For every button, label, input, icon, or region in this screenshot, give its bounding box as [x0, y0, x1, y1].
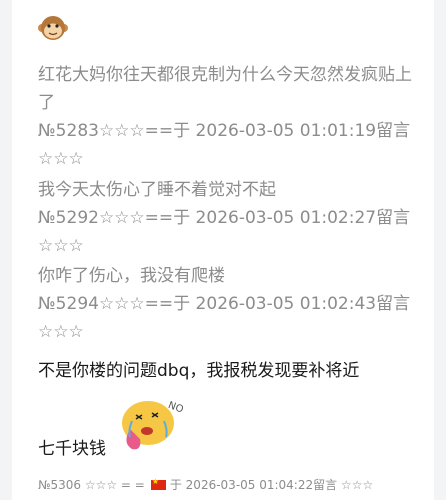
china-flag-icon — [150, 477, 166, 490]
quoted-text: 我今天太伤心了睡不着觉对不起 — [38, 180, 276, 200]
comment-number: №5306 ☆☆☆ = = — [38, 477, 145, 492]
quoted-comment-3: 你咋了伤心，我没有爬楼 №5294☆☆☆==于 2026-03-05 01:02… — [38, 262, 418, 346]
reply-meta: №5306 ☆☆☆ = = 于 2026-03-05 01:04:22留言 ☆☆… — [38, 476, 373, 493]
quoted-comment-1: 红花大妈你往天都很克制为什么今天忽然发疯贴上了 №5283☆☆☆==于 2026… — [38, 61, 418, 173]
quoted-comment-2: 我今天太伤心了睡不着觉对不起 №5292☆☆☆==于 2026-03-05 01… — [38, 176, 418, 260]
monkey-avatar-icon[interactable] — [38, 13, 68, 43]
quoted-meta: №5283☆☆☆==于 2026-03-05 01:01:19留言☆☆☆ — [38, 121, 411, 169]
reply-text-line-1: 不是你楼的问题dbq，我报税发现要补将近 — [38, 361, 360, 381]
quoted-meta: №5292☆☆☆==于 2026-03-05 01:02:27留言☆☆☆ — [38, 208, 411, 256]
comment-timestamp: 于 2026-03-05 01:04:22留言 ☆☆☆ — [169, 478, 374, 492]
quoted-text: 你咋了伤心，我没有爬楼 — [38, 266, 225, 286]
post-card: 红花大妈你往天都很克制为什么今天忽然发疯贴上了 №5283☆☆☆==于 2026… — [12, 0, 434, 500]
reply-text-line-2: 七千块钱 — [38, 439, 106, 459]
quoted-meta: №5294☆☆☆==于 2026-03-05 01:02:43留言☆☆☆ — [38, 294, 411, 342]
quoted-text: 红花大妈你往天都很克制为什么今天忽然发疯贴上了 — [38, 65, 412, 113]
